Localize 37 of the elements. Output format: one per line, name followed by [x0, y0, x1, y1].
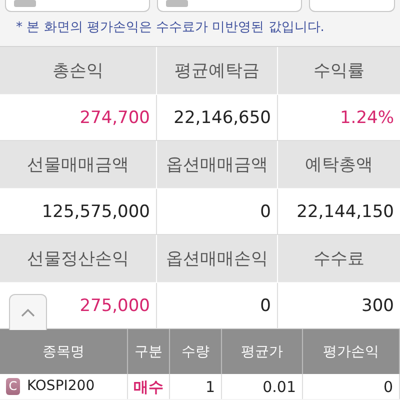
summary-label: 옵션매매금액 [157, 141, 278, 189]
summary-value: 125,575,000 [42, 202, 150, 222]
table-cell: 0 [303, 374, 400, 399]
summary-label: 평균예탁금 [157, 47, 278, 95]
column-header: 평가손익 [303, 329, 400, 374]
summary-value: 274,700 [80, 108, 150, 128]
column-header: 평균가 [222, 329, 303, 374]
toolbar-button[interactable] [309, 0, 395, 12]
instrument-name[interactable]: KOSPI200 [27, 378, 95, 394]
collapse-button[interactable] [9, 294, 47, 330]
type-badge: C [6, 378, 20, 395]
column-header: 구분 [128, 329, 170, 374]
field-icon [166, 0, 188, 7]
summary-label: 수수료 [278, 235, 400, 283]
summary-label: 예탁총액 [278, 141, 400, 189]
summary-value: 0 [260, 202, 271, 222]
summary-label: 옵션매매손익 [157, 235, 278, 283]
chevron-up-icon [21, 308, 35, 316]
dropdown-field[interactable] [5, 0, 150, 12]
summary-value: 300 [362, 296, 394, 316]
column-header: 종목명 [0, 329, 128, 374]
summary-value: 1.24% [340, 108, 394, 128]
summary-value: 275,000 [80, 296, 150, 316]
summary-label: 선물매매금액 [0, 141, 157, 189]
dropdown-field[interactable] [157, 0, 302, 12]
summary-label: 선물정산손익 [0, 235, 157, 283]
summary-value: 0 [260, 296, 271, 316]
notice-text: * 본 화면의 평가손익은 수수료가 미반영된 값입니다. [15, 19, 326, 37]
column-header: 수량 [170, 329, 222, 374]
summary-label: 수익률 [278, 47, 400, 95]
field-icon [14, 0, 36, 7]
table-cell: 1 [170, 374, 222, 399]
table-cell: 0.01 [222, 374, 303, 399]
summary-label: 총손익 [0, 47, 157, 95]
trade-side-cell: 매수 [128, 374, 170, 399]
summary-value: 22,144,150 [296, 202, 394, 222]
summary-value: 22,146,650 [174, 108, 271, 128]
